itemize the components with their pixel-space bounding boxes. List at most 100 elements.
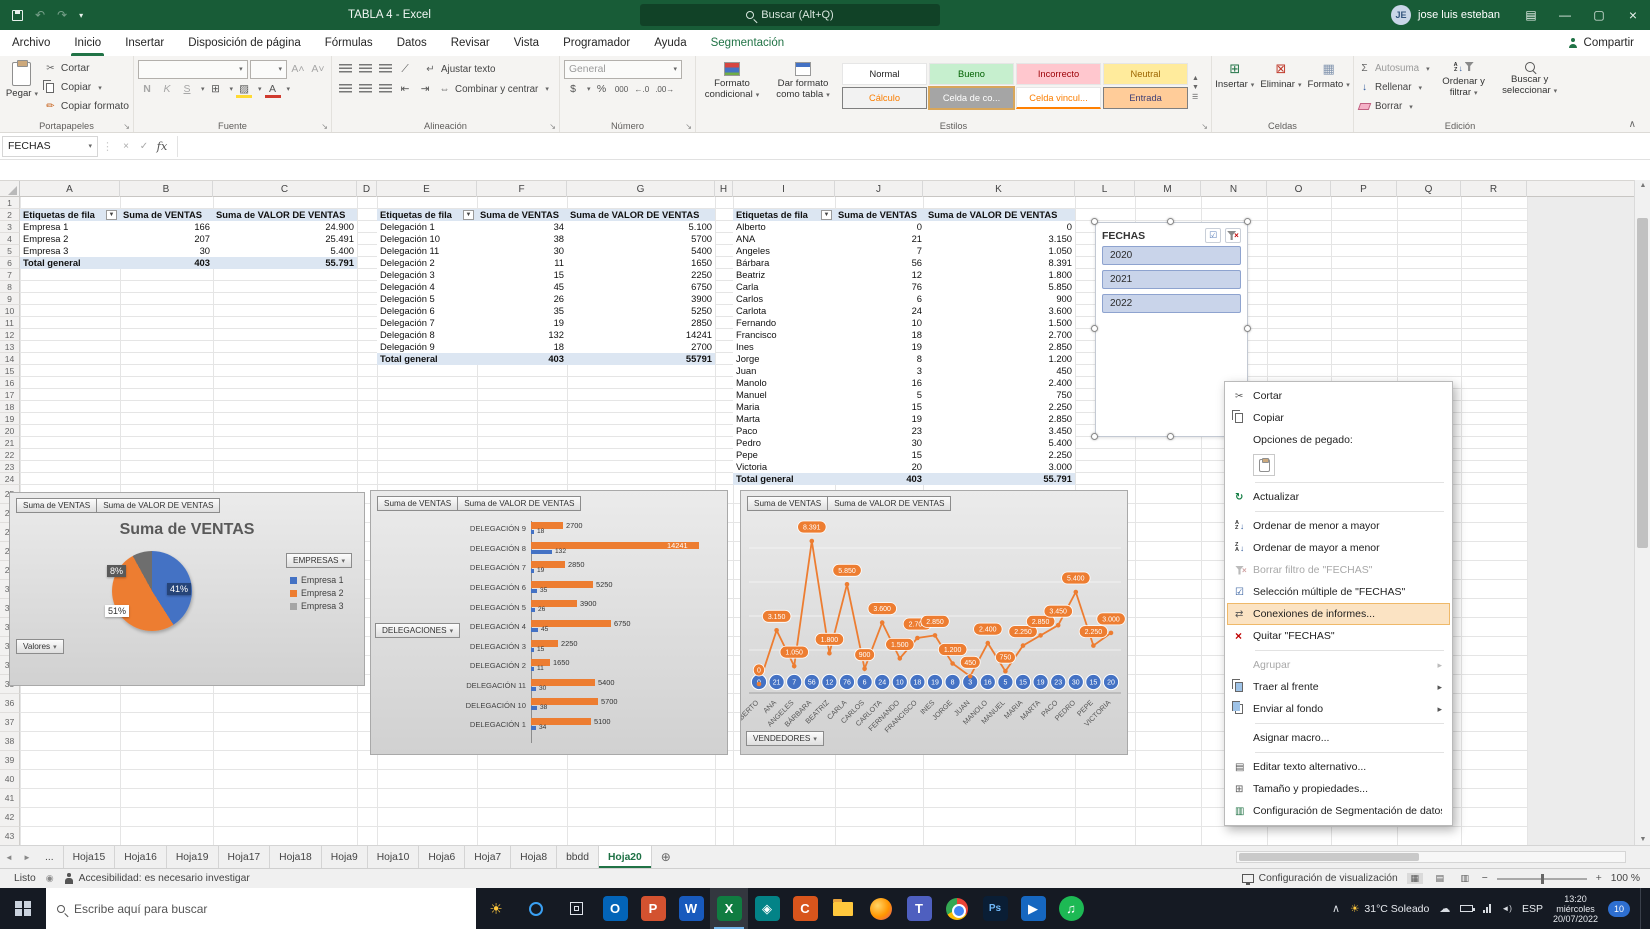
format-cells-button[interactable]: ▦ Formato ▾ bbox=[1307, 59, 1349, 117]
autosum-button[interactable]: Σ Autosuma ▾ bbox=[1358, 59, 1429, 78]
gallery-up-icon[interactable]: ▲ bbox=[1192, 75, 1199, 82]
taskbar-app-excel[interactable]: X bbox=[710, 888, 748, 929]
pivot-total-cell[interactable]: 403 bbox=[120, 257, 213, 269]
pivot-cell[interactable]: 3900 bbox=[567, 293, 715, 305]
pivot-cell[interactable]: Delegación 6 bbox=[377, 305, 477, 317]
selection-handle[interactable] bbox=[1091, 218, 1098, 225]
search-box[interactable]: Buscar (Alt+Q) bbox=[640, 4, 940, 26]
maximize-button[interactable]: ▢ bbox=[1582, 0, 1616, 30]
pivot-cell[interactable]: Delegación 5 bbox=[377, 293, 477, 305]
taskbar-app-outlook[interactable]: O bbox=[596, 888, 634, 929]
increase-font-icon[interactable]: A˄ bbox=[289, 60, 307, 78]
row-header-24[interactable]: 24 bbox=[0, 473, 20, 485]
row-header-16[interactable]: 16 bbox=[0, 377, 20, 389]
selection-handle[interactable] bbox=[1091, 325, 1098, 332]
tray-expand-icon[interactable]: ∧ bbox=[1332, 902, 1340, 915]
task-view-icon[interactable] bbox=[556, 888, 596, 929]
close-button[interactable]: × bbox=[1616, 0, 1650, 30]
pivot-cell[interactable]: 30 bbox=[120, 245, 213, 257]
wrap-text-button[interactable]: ↵ Ajustar texto bbox=[424, 60, 495, 79]
row-header-3[interactable]: 3 bbox=[0, 221, 20, 233]
row-header-40[interactable]: 40 bbox=[0, 770, 20, 789]
copy-button[interactable]: Copiar ▾ bbox=[43, 78, 129, 97]
orientation-icon[interactable]: ⟋ bbox=[396, 60, 414, 78]
pivot-cell[interactable]: 5250 bbox=[567, 305, 715, 317]
decrease-decimal-icon[interactable]: .00→ bbox=[653, 80, 676, 98]
chart-field-button[interactable]: Suma de VALOR DE VENTAS bbox=[96, 498, 221, 513]
ribbon-tab-archivo[interactable]: Archivo bbox=[0, 30, 62, 56]
row-header-15[interactable]: 15 bbox=[0, 365, 20, 377]
pivot-total-cell[interactable]: 55.791 bbox=[925, 473, 1075, 485]
slicer-multiselect-icon[interactable]: ☑ bbox=[1205, 228, 1221, 243]
pivot-cell[interactable]: Juan bbox=[733, 365, 835, 377]
volume-icon[interactable]: ◄) bbox=[1501, 904, 1512, 913]
column-header-c[interactable]: C bbox=[213, 181, 357, 197]
zoom-out-icon[interactable]: − bbox=[1482, 873, 1488, 884]
pivot-cell[interactable]: 6750 bbox=[567, 281, 715, 293]
cell-style-entrada[interactable]: Entrada bbox=[1103, 87, 1188, 109]
pivot-cell[interactable]: 12 bbox=[835, 269, 925, 281]
weather-widget[interactable]: ☀ 31°C Soleado bbox=[1350, 903, 1429, 915]
pivot-cell[interactable]: Delegación 10 bbox=[377, 233, 477, 245]
view-page-layout-icon[interactable]: ▤ bbox=[1432, 873, 1448, 884]
cell-style-neutral[interactable]: Neutral bbox=[1103, 63, 1188, 85]
pivot-cell[interactable]: Marta bbox=[733, 413, 835, 425]
pivot-cell[interactable]: 19 bbox=[835, 341, 925, 353]
pivot-total-cell[interactable]: Total general bbox=[20, 257, 120, 269]
pivot-cell[interactable]: Paco bbox=[733, 425, 835, 437]
pivot-cell[interactable]: 3.000 bbox=[925, 461, 1075, 473]
selection-handle[interactable] bbox=[1167, 218, 1174, 225]
scroll-down-icon[interactable]: ▼ bbox=[1635, 836, 1650, 843]
pivot-cell[interactable]: 24.900 bbox=[213, 221, 357, 233]
pivot-total-cell[interactable]: 403 bbox=[477, 353, 567, 365]
pivot-cell[interactable]: 19 bbox=[477, 317, 567, 329]
taskbar-app-teams[interactable]: T bbox=[900, 888, 938, 929]
menu-item-editar-texto-alternativo-[interactable]: ▤ Editar texto alternativo... bbox=[1227, 756, 1450, 778]
taskbar-search[interactable]: Escribe aquí para buscar bbox=[46, 888, 476, 929]
pivot-cell[interactable]: 5700 bbox=[567, 233, 715, 245]
pivot-cell[interactable]: 30 bbox=[835, 437, 925, 449]
percent-style-icon[interactable]: % bbox=[593, 80, 611, 98]
column-header-o[interactable]: O bbox=[1267, 181, 1331, 197]
column-header-e[interactable]: E bbox=[377, 181, 477, 197]
sort-filter-button[interactable]: A Z↓ Ordenar y filtrar ▾ bbox=[1434, 59, 1494, 117]
font-size-combo[interactable]: ▾ bbox=[249, 59, 287, 79]
delete-cells-button[interactable]: ⊠ Eliminar ▾ bbox=[1260, 59, 1301, 117]
pivot-cell[interactable]: 34 bbox=[477, 221, 567, 233]
pivot-cell[interactable]: 5.850 bbox=[925, 281, 1075, 293]
row-header-8[interactable]: 8 bbox=[0, 281, 20, 293]
row-header-38[interactable]: 38 bbox=[0, 732, 20, 751]
pivot-cell[interactable]: 19 bbox=[835, 413, 925, 425]
format-painter-button[interactable]: ✏ Copiar formato bbox=[44, 97, 129, 116]
sheet-tab-hoja20[interactable]: Hoja20 bbox=[598, 846, 652, 868]
pivot-cell[interactable]: 1650 bbox=[567, 257, 715, 269]
row-header-11[interactable]: 11 bbox=[0, 317, 20, 329]
align-left-icon[interactable] bbox=[336, 80, 354, 98]
pivot-cell[interactable]: Angeles bbox=[733, 245, 835, 257]
pivot-cell[interactable]: 5.400 bbox=[213, 245, 357, 257]
column-header-h[interactable]: H bbox=[715, 181, 733, 197]
pivot-cell[interactable]: 450 bbox=[925, 365, 1075, 377]
cell-style-incorrecto[interactable]: Incorrecto bbox=[1016, 63, 1101, 85]
row-header-7[interactable]: 7 bbox=[0, 269, 20, 281]
pivot-cell[interactable]: Beatriz bbox=[733, 269, 835, 281]
taskbar-app-spotify[interactable]: ♫ bbox=[1052, 888, 1090, 929]
pivot-cell[interactable]: Delegación 7 bbox=[377, 317, 477, 329]
row-header-6[interactable]: 6 bbox=[0, 257, 20, 269]
valores-button[interactable]: Valores ▾ bbox=[16, 639, 64, 654]
zoom-slider[interactable] bbox=[1496, 873, 1587, 884]
pivot-cell[interactable]: 6 bbox=[835, 293, 925, 305]
scroll-up-icon[interactable]: ▲ bbox=[1635, 182, 1650, 189]
row-header-21[interactable]: 21 bbox=[0, 437, 20, 449]
sheet-tab-hoja15[interactable]: Hoja15 bbox=[64, 846, 116, 868]
pivot-cell[interactable]: 18 bbox=[835, 329, 925, 341]
delegaciones-bar-chart[interactable]: Suma de VENTAS Suma de VALOR DE VENTAS DEL… bbox=[370, 490, 728, 755]
show-desktop-button[interactable] bbox=[1640, 888, 1644, 929]
increase-indent-icon[interactable]: ⇥ bbox=[416, 80, 434, 98]
pivot-total-cell[interactable]: Total general bbox=[733, 473, 835, 485]
column-header-q[interactable]: Q bbox=[1397, 181, 1461, 197]
column-header-d[interactable]: D bbox=[357, 181, 377, 197]
pivot-cell[interactable]: 1.800 bbox=[925, 269, 1075, 281]
ribbon-tab-datos[interactable]: Datos bbox=[385, 30, 439, 56]
accessibility-status[interactable]: Accesibilidad: es necesario investigar bbox=[64, 873, 250, 884]
